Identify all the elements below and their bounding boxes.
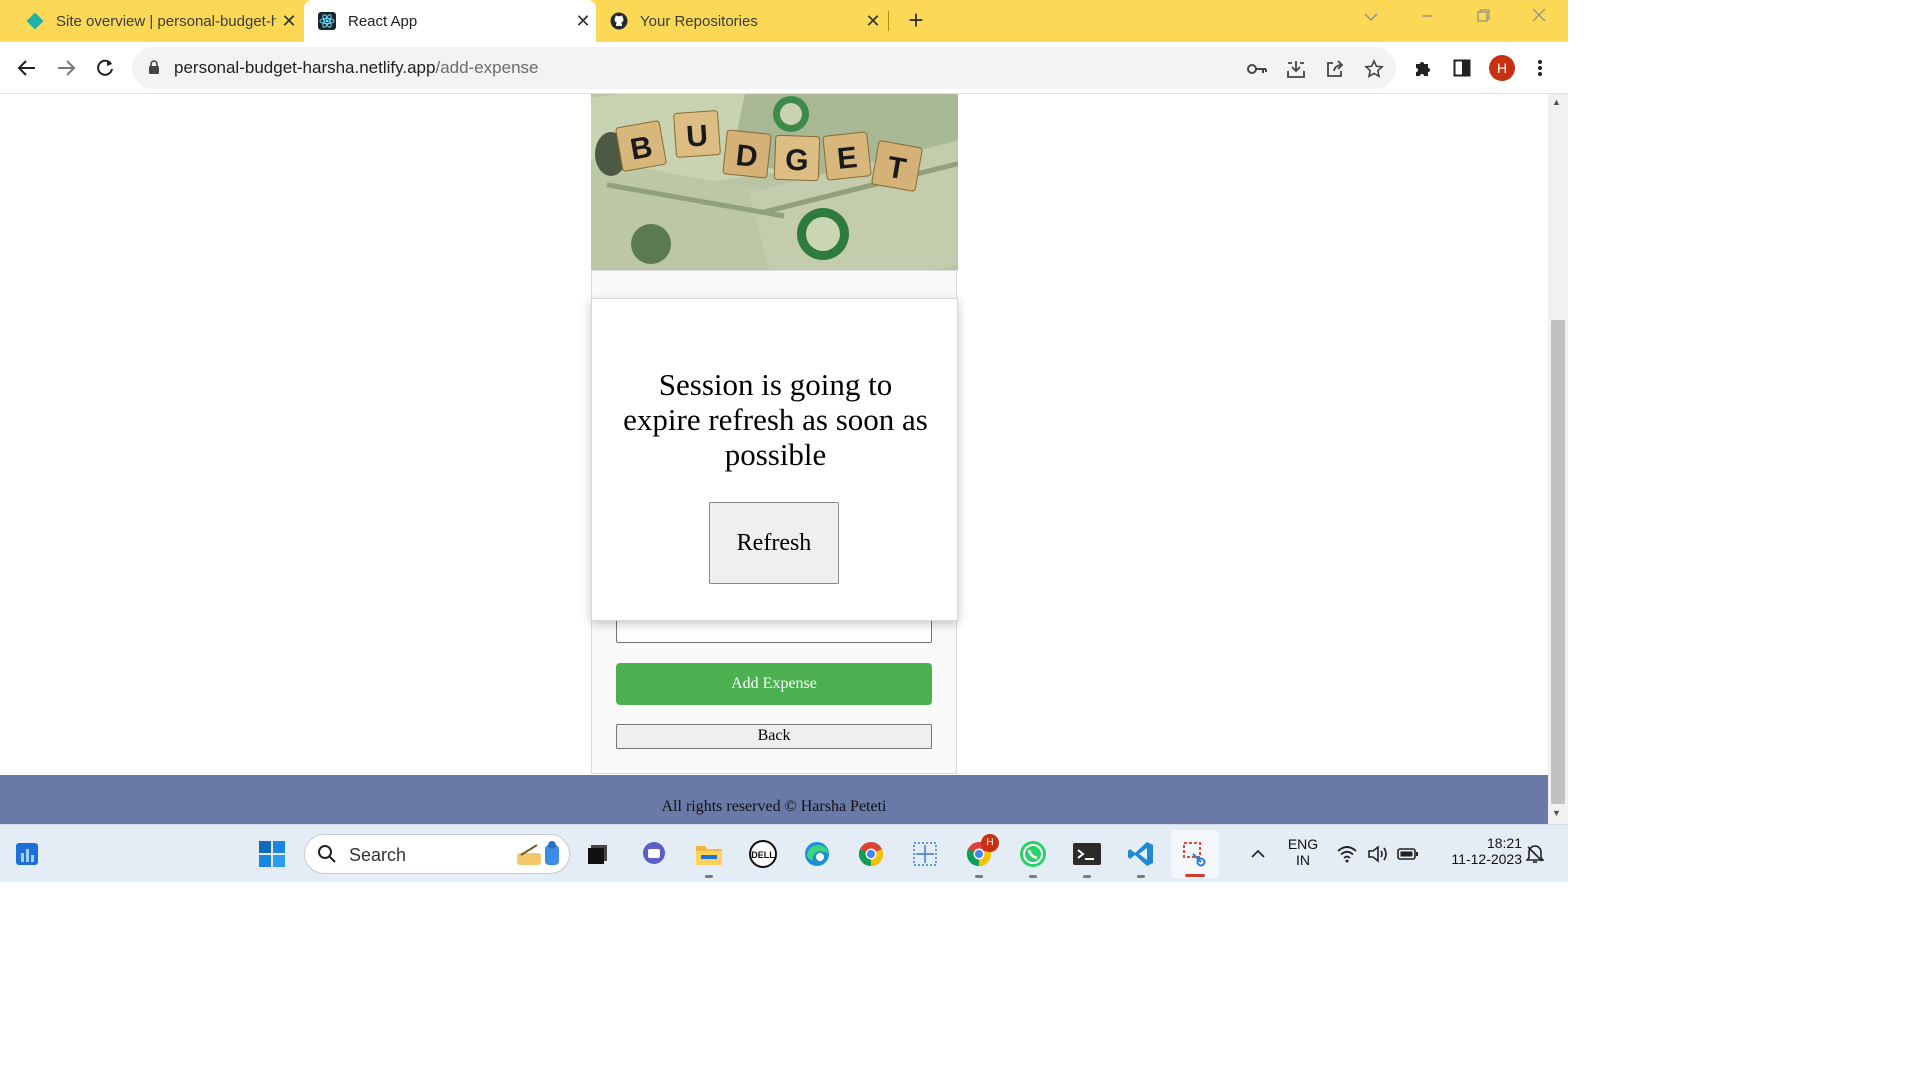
edge-icon[interactable] (799, 836, 835, 872)
close-tab-icon[interactable]: ✕ (570, 11, 596, 32)
clock-time: 18:21 (1486, 835, 1522, 851)
chrome-profile-icon[interactable]: H (961, 834, 999, 878)
wifi-icon[interactable] (1334, 836, 1360, 872)
extensions-puzzle-icon[interactable] (1411, 56, 1435, 80)
running-indicator (1083, 875, 1091, 878)
whatsapp-icon[interactable] (1015, 836, 1051, 878)
chrome-profile-badge: H (981, 834, 999, 852)
session-expiry-modal: Session is going to expire refresh as so… (591, 298, 958, 621)
tab-search-icon[interactable] (1346, 0, 1396, 40)
tab-title: Site overview | personal-budget-harsha (56, 12, 276, 30)
key-icon[interactable] (1246, 58, 1268, 80)
footer-copyright: All rights reserved © Harsha Peteti (661, 798, 887, 815)
active-indicator (1185, 874, 1205, 877)
tab-react-app[interactable]: React App ✕ (304, 0, 596, 42)
notification-bell-icon[interactable] (1522, 836, 1548, 872)
forward-arrow-icon[interactable] (50, 52, 82, 84)
battery-icon[interactable] (1394, 836, 1422, 872)
url-text[interactable]: personal-budget-harsha.netlify.app/add-e… (174, 58, 539, 78)
page-scrollbar[interactable]: ▲ ▼ (1548, 94, 1568, 824)
hero-letter: G (785, 144, 809, 178)
running-indicator (1029, 875, 1037, 878)
lock-icon[interactable] (148, 60, 160, 75)
new-tab-button[interactable]: + (900, 5, 932, 37)
task-view-icon[interactable] (580, 836, 616, 872)
file-explorer-icon[interactable] (691, 836, 727, 878)
hero-letter: E (836, 141, 859, 176)
scroll-down-arrow-icon[interactable]: ▼ (1552, 808, 1561, 818)
add-expense-button[interactable]: Add Expense (616, 663, 932, 705)
tab-your-repositories[interactable]: Your Repositories ✕ (596, 0, 886, 42)
url-host: personal-budget-harsha.netlify.app (174, 58, 436, 77)
tab-strip: Site overview | personal-budget-harsha ✕… (0, 0, 1568, 42)
netlify-icon (26, 12, 44, 30)
volume-icon[interactable] (1364, 836, 1392, 872)
taskbar-search[interactable]: Search (304, 834, 570, 874)
tab-separator (888, 11, 889, 31)
react-icon (318, 12, 336, 30)
github-icon (610, 12, 628, 30)
tab-title: Your Repositories (640, 12, 758, 30)
refresh-button[interactable]: Refresh (709, 502, 839, 584)
vscode-icon[interactable] (1123, 836, 1159, 878)
dell-icon[interactable]: DELL (745, 836, 781, 872)
share-icon[interactable] (1324, 58, 1346, 80)
scroll-up-arrow-icon[interactable]: ▲ (1552, 97, 1561, 107)
chrome-icon[interactable] (853, 836, 889, 872)
side-panel-icon[interactable] (1450, 56, 1474, 80)
widgets-icon[interactable] (9, 836, 45, 872)
install-app-icon[interactable] (1285, 58, 1307, 80)
page-footer: All rights reserved © Harsha Peteti (0, 775, 1548, 824)
running-indicator (705, 875, 713, 878)
reload-icon[interactable] (89, 52, 121, 84)
search-icon (318, 845, 336, 863)
search-highlight-icon (517, 841, 559, 865)
search-label: Search (349, 845, 407, 865)
bookmark-star-icon[interactable] (1363, 58, 1385, 80)
budget-hero-image: B U D G E T (591, 94, 958, 270)
menu-kebab-icon[interactable] (1528, 56, 1552, 80)
teams-icon[interactable] (636, 836, 672, 872)
url-path: /add-expense (435, 58, 539, 77)
minimize-icon[interactable] (1402, 0, 1452, 40)
scrollbar-thumb[interactable] (1551, 320, 1565, 804)
start-icon[interactable] (254, 836, 290, 872)
hero-letter: U (685, 119, 709, 153)
snipping-tool-icon[interactable] (1171, 830, 1219, 878)
snipping-grid-icon[interactable] (907, 836, 943, 872)
terminal-icon[interactable] (1069, 836, 1105, 878)
close-tab-icon[interactable]: ✕ (860, 11, 886, 32)
tab-site-overview[interactable]: Site overview | personal-budget-harsha ✕ (0, 0, 302, 42)
address-bar[interactable]: personal-budget-harsha.netlify.app/add-e… (132, 47, 1396, 89)
profile-avatar[interactable]: H (1489, 55, 1515, 81)
hero-letter: D (734, 139, 759, 174)
page-viewport: B U D G E T Add Expense Back Session is … (0, 94, 1548, 824)
back-button[interactable]: Back (616, 724, 932, 749)
clock[interactable]: 18:21 11-12-2023 (1432, 835, 1522, 867)
running-indicator (975, 875, 983, 878)
region-code: IN (1296, 852, 1310, 868)
language-code: ENG (1287, 836, 1319, 852)
input-language[interactable]: ENG IN (1284, 836, 1322, 868)
back-arrow-icon[interactable] (11, 52, 43, 84)
browser-toolbar: personal-budget-harsha.netlify.app/add-e… (0, 42, 1568, 94)
session-expiry-message: Session is going to expire refresh as so… (623, 367, 928, 472)
running-indicator (1137, 875, 1145, 878)
close-window-icon[interactable] (1514, 0, 1564, 40)
tab-title: React App (348, 12, 418, 30)
windows-taskbar: Search DELL H ENG IN 18:21 11-12-2023 (0, 824, 1568, 882)
dell-label: DELL (751, 850, 775, 860)
clock-date: 11-12-2023 (1451, 851, 1522, 867)
restore-icon[interactable] (1458, 0, 1508, 40)
close-tab-icon[interactable]: ✕ (276, 11, 302, 32)
show-hidden-icons-chevron-icon[interactable] (1240, 836, 1276, 872)
